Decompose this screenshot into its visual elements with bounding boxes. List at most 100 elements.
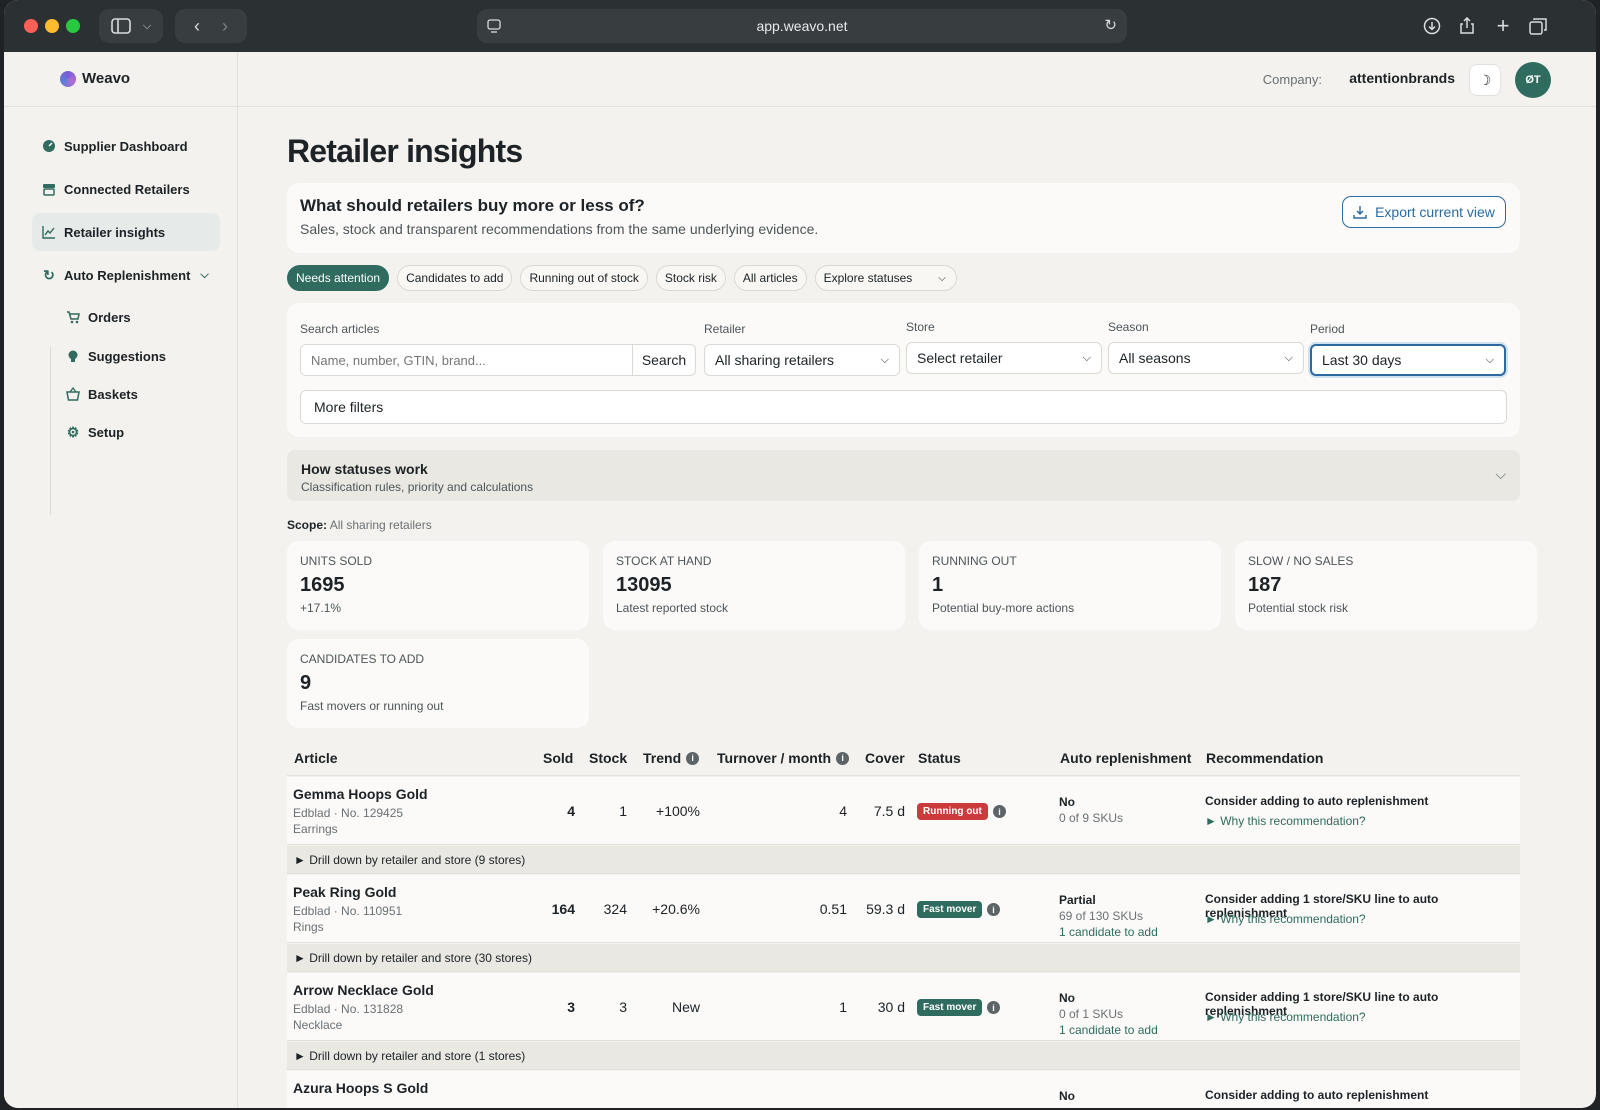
search-button[interactable]: Search <box>632 344 696 376</box>
chip-running-out[interactable]: Running out of stock <box>520 265 648 291</box>
status-badge: Fast mover <box>917 901 983 918</box>
intro-question: What should retailers buy more or less o… <box>300 196 645 215</box>
kpi-value: 9 <box>300 672 312 694</box>
table-header: Article Sold Stock Trend i Turnover / mo… <box>287 740 1520 776</box>
cover-value: 30 d <box>877 999 905 1015</box>
info-icon[interactable]: i <box>987 903 1000 916</box>
sidebar-item-retailer-insights[interactable]: Retailer insights <box>32 213 220 251</box>
col-cover[interactable]: Cover <box>865 750 905 766</box>
sidebar-item-connected-retailers[interactable]: Connected Retailers <box>32 170 220 208</box>
why-recommendation-link[interactable]: ► Why this recommendation? <box>1205 912 1366 926</box>
gear-icon: ⚙ <box>66 423 80 440</box>
col-auto-replenishment[interactable]: Auto replenishment <box>1060 750 1191 766</box>
chip-all-articles[interactable]: All articles <box>733 265 807 291</box>
company-selector[interactable]: attentionbrands <box>1349 70 1455 86</box>
table-row[interactable]: Azura Hoops S Gold No Consider adding to… <box>287 1071 1520 1108</box>
maximize-window-button[interactable] <box>66 19 80 33</box>
drill-down-toggle[interactable]: ► Drill down by retailer and store (9 st… <box>287 846 1520 874</box>
history-nav: ‹ › <box>175 9 247 43</box>
info-icon[interactable]: i <box>836 751 850 765</box>
kpi-value: 187 <box>1248 574 1282 596</box>
sold-value: 164 <box>551 901 575 917</box>
article-name[interactable]: Peak Ring Gold <box>293 884 396 900</box>
kpi-value: 1 <box>932 574 944 596</box>
back-icon[interactable]: ‹ <box>194 16 200 37</box>
app-logo[interactable]: Weavo <box>60 70 130 87</box>
kpi-label: UNITS SOLD <box>300 554 373 568</box>
reload-icon[interactable]: ↻ <box>1104 16 1117 34</box>
table-row[interactable]: Gemma Hoops Gold Edblad · No. 129425 Ear… <box>287 777 1520 845</box>
chip-needs-attention[interactable]: Needs attention <box>287 265 390 291</box>
col-turnover-label: Turnover / month <box>717 750 832 766</box>
auto-status: No <box>1059 991 1075 1005</box>
download-icon[interactable] <box>1420 14 1444 38</box>
col-trend-label: Trend <box>643 750 682 766</box>
chip-candidates-to-add[interactable]: Candidates to add <box>397 265 513 291</box>
sidebar-item-suggestions[interactable]: Suggestions <box>66 342 166 370</box>
drill-down-toggle[interactable]: ► Drill down by retailer and store (30 s… <box>287 944 1520 972</box>
sidebar-item-baskets[interactable]: Baskets <box>66 380 138 408</box>
sidebar-item-label: Suggestions <box>88 348 167 364</box>
status-help-accordion[interactable]: How statuses work Classification rules, … <box>287 450 1520 501</box>
col-recommendation[interactable]: Recommendation <box>1206 750 1323 766</box>
col-status[interactable]: Status <box>918 750 961 766</box>
kpi-value: 13095 <box>616 574 672 596</box>
info-icon[interactable]: i <box>993 805 1006 818</box>
table-row[interactable]: Peak Ring Gold Edblad · No. 110951 Rings… <box>287 875 1520 943</box>
article-name[interactable]: Gemma Hoops Gold <box>293 786 428 802</box>
close-window-button[interactable] <box>24 19 38 33</box>
export-button[interactable]: Export current view <box>1342 196 1506 228</box>
theme-toggle-button[interactable]: ☽ <box>1469 64 1501 96</box>
app-window: ⌵ ‹ › app.weavo.net ↻ + Weavo Supplier D… <box>4 0 1596 1108</box>
address-bar[interactable]: app.weavo.net ↻ <box>477 9 1127 43</box>
period-value: Last 30 days <box>1322 352 1402 368</box>
col-stock[interactable]: Stock <box>589 750 627 766</box>
article-meta: Edblad · No. 110951 <box>293 904 403 918</box>
main-content: Retailer insights What should retailers … <box>238 107 1596 1108</box>
more-filters-toggle[interactable]: More filters <box>300 390 1507 424</box>
sidebar-item-label: Setup <box>88 424 125 440</box>
turnover-value: 1 <box>839 999 847 1015</box>
kpi-subtext: Potential buy-more actions <box>932 601 1075 615</box>
chip-explore-statuses[interactable]: Explore statuses ⌵ <box>814 265 957 291</box>
season-select[interactable]: All seasons ⌵ <box>1108 342 1304 374</box>
article-name[interactable]: Arrow Necklace Gold <box>293 982 434 998</box>
sidebar-item-setup[interactable]: ⚙ Setup <box>66 418 124 446</box>
why-recommendation-link[interactable]: ► Why this recommendation? <box>1205 1010 1366 1024</box>
col-trend[interactable]: Trend i <box>643 750 700 766</box>
share-icon[interactable] <box>1455 14 1479 38</box>
col-article[interactable]: Article <box>294 750 338 766</box>
kpi-card-units-sold: UNITS SOLD 1695 +17.1% <box>287 541 589 630</box>
chip-stock-risk[interactable]: Stock risk <box>655 265 726 291</box>
candidate-link[interactable]: 1 candidate to add <box>1059 925 1158 939</box>
forward-icon[interactable]: › <box>222 16 228 37</box>
drill-down-toggle[interactable]: ► Drill down by retailer and store (1 st… <box>287 1042 1520 1070</box>
info-icon[interactable]: i <box>987 1001 1000 1014</box>
search-input[interactable] <box>300 344 633 376</box>
scope-value: All sharing retailers <box>329 518 432 532</box>
col-sold[interactable]: Sold <box>543 750 573 766</box>
sidebar-item-supplier-dashboard[interactable]: Supplier Dashboard <box>32 127 220 165</box>
candidate-link[interactable]: 1 candidate to add <box>1059 1023 1158 1037</box>
season-value: All seasons <box>1119 350 1191 366</box>
stock-value: 3 <box>619 999 627 1015</box>
sidebar-item-label: Retailer insights <box>64 224 166 240</box>
sidebar-toggle-button[interactable]: ⌵ <box>99 9 163 43</box>
table-row[interactable]: Arrow Necklace Gold Edblad · No. 131828 … <box>287 973 1520 1041</box>
info-icon[interactable]: i <box>686 751 700 765</box>
minimize-window-button[interactable] <box>45 19 59 33</box>
retailer-select[interactable]: All sharing retailers ⌵ <box>704 344 900 376</box>
article-category: Necklace <box>293 1018 343 1032</box>
tab-overview-icon[interactable] <box>1526 14 1550 38</box>
new-tab-icon[interactable]: + <box>1491 13 1515 38</box>
store-value: Select retailer <box>917 350 1003 366</box>
period-select[interactable]: Last 30 days ⌵ <box>1310 344 1506 376</box>
why-recommendation-link[interactable]: ► Why this recommendation? <box>1205 814 1366 828</box>
kpi-card-stock-at-hand: STOCK AT HAND 13095 Latest reported stoc… <box>603 541 905 630</box>
avatar[interactable]: ØT <box>1515 62 1551 98</box>
col-turnover[interactable]: Turnover / month i <box>717 750 850 766</box>
sidebar-item-auto-replenishment[interactable]: ↻ Auto Replenishment ⌵ <box>32 256 220 294</box>
sidebar-item-orders[interactable]: Orders <box>66 303 131 331</box>
article-name[interactable]: Azura Hoops S Gold <box>293 1080 428 1096</box>
store-select[interactable]: Select retailer ⌵ <box>906 342 1102 374</box>
